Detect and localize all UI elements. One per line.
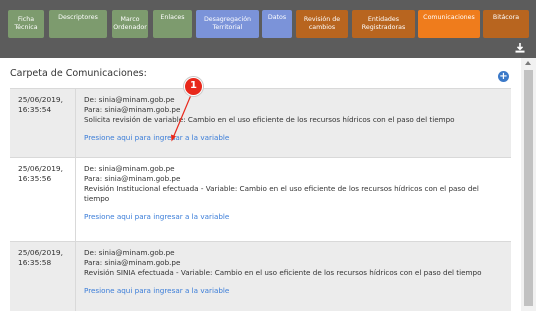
annotation-badge: 1 [184, 77, 203, 96]
tab-desagregacion-territorial[interactable]: Desagregación Territorial [196, 10, 259, 38]
message-to: Para: sinia@minam.gob.pe [84, 258, 181, 267]
date-cell: 25/06/2019, 16:35:56 [10, 158, 76, 241]
tab-ficha-tecnica[interactable]: Ficha Técnica [8, 10, 44, 38]
table-row: 25/06/2019, 16:35:54 De: sinia@minam.gob… [10, 89, 511, 158]
variable-link[interactable]: Presione aqui para ingresar a la variabl… [84, 133, 511, 143]
message-body: Revisión Institucional efectuada - Varia… [84, 184, 479, 203]
plus-circle-icon[interactable]: + [498, 71, 509, 82]
variable-link[interactable]: Presione aqui para ingresar a la variabl… [84, 212, 511, 222]
messages-table: 25/06/2019, 16:35:54 De: sinia@minam.gob… [10, 88, 511, 311]
tab-comunicaciones[interactable]: Comunicaciones [418, 10, 480, 38]
message-from: De: sinia@minam.gob.pe [84, 164, 175, 173]
message-time: 16:35:54 [18, 105, 52, 114]
date-cell: 25/06/2019, 16:35:54 [10, 89, 76, 157]
tab-enlaces[interactable]: Enlaces [153, 10, 192, 38]
message-body: Revisión SINIA efectuada - Variable: Cam… [84, 268, 482, 277]
tab-bitacora[interactable]: Bitácora [483, 10, 529, 38]
message-date: 25/06/2019, [18, 164, 63, 173]
message-date: 25/06/2019, [18, 95, 63, 104]
message-cell: De: sinia@minam.gob.pe Para: sinia@minam… [76, 242, 511, 311]
tab-label: Entidades Registradoras [361, 16, 406, 31]
panel-title: Carpeta de Comunicaciones: [10, 68, 147, 79]
tab-label: Enlaces [160, 14, 185, 21]
tab-label: Revisión de cambios [303, 16, 341, 31]
message-cell: De: sinia@minam.gob.pe Para: sinia@minam… [76, 158, 511, 241]
tab-datos[interactable]: Datos [262, 10, 292, 38]
table-row: 25/06/2019, 16:35:58 De: sinia@minam.gob… [10, 242, 511, 311]
tab-revision-cambios[interactable]: Revisión de cambios [296, 10, 348, 38]
message-date: 25/06/2019, [18, 248, 63, 257]
message-from: De: sinia@minam.gob.pe [84, 248, 175, 257]
scroll-thumb[interactable] [524, 70, 533, 306]
message-cell: De: sinia@minam.gob.pe Para: sinia@minam… [76, 89, 511, 157]
tab-descriptores[interactable]: Descriptores [49, 10, 107, 38]
message-body: Solicita revisión de variable: Cambio en… [84, 115, 455, 124]
tab-label: Datos [267, 14, 287, 21]
vertical-scrollbar[interactable] [521, 58, 536, 311]
message-time: 16:35:58 [18, 258, 52, 267]
table-row: 25/06/2019, 16:35:56 De: sinia@minam.gob… [10, 158, 511, 242]
scroll-up-arrow-icon[interactable] [525, 61, 531, 65]
variable-link[interactable]: Presione aqui para ingresar a la variabl… [84, 286, 511, 296]
tab-label: Bitácora [492, 14, 520, 21]
message-from: De: sinia@minam.gob.pe [84, 95, 175, 104]
message-to: Para: sinia@minam.gob.pe [84, 174, 181, 183]
message-to: Para: sinia@minam.gob.pe [84, 105, 181, 114]
tab-entidades-registradoras[interactable]: Entidades Registradoras [352, 10, 415, 38]
communications-panel: Carpeta de Comunicaciones: + 25/06/2019,… [0, 58, 521, 311]
top-nav-bar: Ficha Técnica Descriptores Marco Ordenad… [0, 0, 536, 58]
tab-label: Descriptores [58, 14, 98, 21]
date-cell: 25/06/2019, 16:35:58 [10, 242, 76, 311]
tab-label: Comunicaciones [423, 14, 475, 21]
tab-label: Desagregación Territorial [203, 16, 252, 31]
tab-label: Ficha Técnica [14, 16, 38, 31]
tab-marco-ordenador[interactable]: Marco Ordenador [112, 10, 148, 38]
download-icon[interactable] [514, 42, 526, 54]
message-time: 16:35:56 [18, 174, 52, 183]
tab-label: Marco Ordenador [113, 16, 147, 31]
